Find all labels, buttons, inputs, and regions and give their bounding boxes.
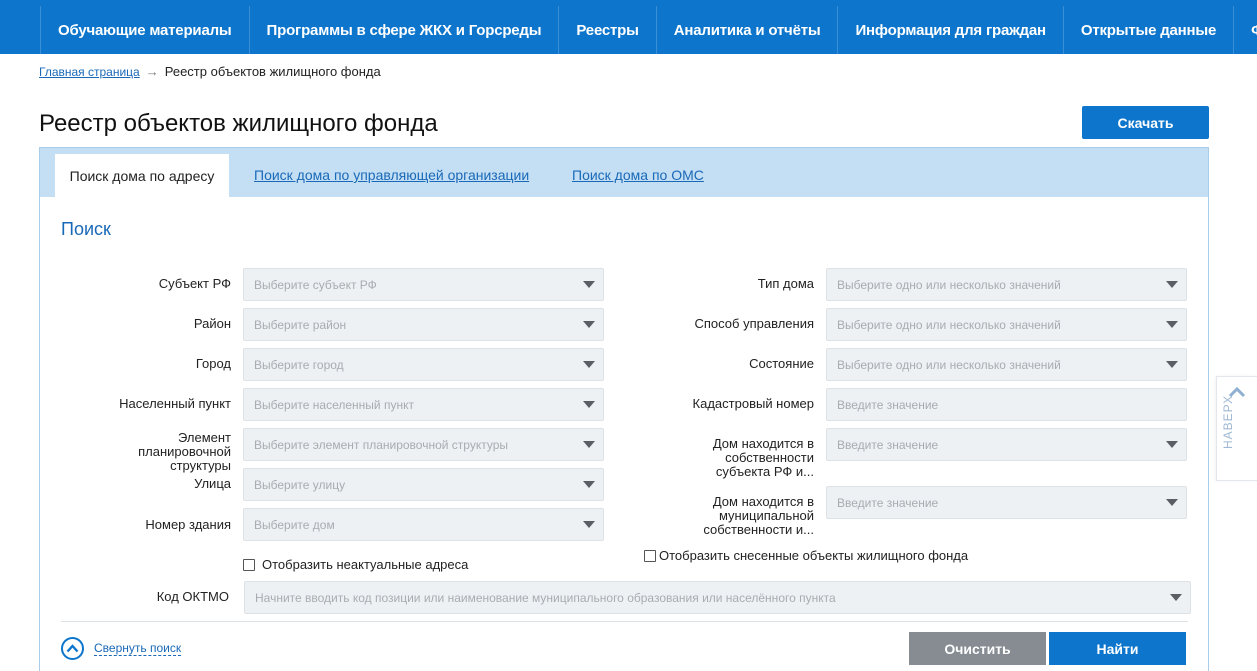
chevron-down-icon xyxy=(583,481,595,488)
chevron-down-icon xyxy=(1166,321,1178,328)
inactual-addresses-checkbox[interactable]: Отобразить неактуальные адреса xyxy=(243,557,468,572)
chevron-down-icon xyxy=(1166,361,1178,368)
oktmo-placeholder: Начните вводить код позиции или наименов… xyxy=(255,590,836,605)
back-to-top-label: НАВЕРХ xyxy=(1221,394,1235,449)
cadastral-number-placeholder: Введите значение xyxy=(837,397,939,412)
label-oktmo: Код ОКТМО xyxy=(156,589,229,604)
building-select-placeholder: Выберите дом xyxy=(254,517,335,532)
inactual-addresses-label: Отобразить неактуальные адреса xyxy=(262,557,469,572)
chevron-down-icon xyxy=(583,521,595,528)
settlement-select-placeholder: Выберите населенный пункт xyxy=(254,397,414,412)
municipal-ownership-placeholder: Введите значение xyxy=(837,495,939,510)
label-subject: Субъект РФ xyxy=(158,276,231,291)
chevron-down-icon xyxy=(583,401,595,408)
nav-item-open-data[interactable]: Открытые данные xyxy=(1062,6,1233,54)
breadcrumb-home-link[interactable]: Главная страница xyxy=(39,65,140,79)
clear-button[interactable]: Очистить xyxy=(909,632,1046,665)
breadcrumb-current: Реестр объектов жилищного фонда xyxy=(164,64,381,79)
find-button[interactable]: Найти xyxy=(1049,632,1186,665)
nav-item-training[interactable]: Обучающие материалы xyxy=(40,6,249,54)
street-select[interactable]: Выберите улицу xyxy=(243,468,604,501)
divider xyxy=(61,621,1188,622)
label-district: Район xyxy=(193,316,231,331)
nav-item-registries[interactable]: Реестры xyxy=(558,6,655,54)
district-select[interactable]: Выберите район xyxy=(243,308,604,341)
chevron-down-icon xyxy=(583,321,595,328)
label-city: Город xyxy=(195,356,231,371)
back-to-top-button[interactable]: НАВЕРХ xyxy=(1216,376,1257,481)
city-select-placeholder: Выберите город xyxy=(254,357,344,372)
subject-ownership-select[interactable]: Введите значение xyxy=(826,428,1187,461)
cadastral-number-input[interactable]: Введите значение xyxy=(826,388,1187,421)
municipal-ownership-select[interactable]: Введите значение xyxy=(826,486,1187,519)
checkbox-box[interactable] xyxy=(644,549,656,562)
chevron-down-icon xyxy=(1170,594,1182,601)
page-title: Реестр объектов жилищного фонда xyxy=(39,110,438,137)
state-select[interactable]: Выберите одно или несколько значений xyxy=(826,348,1187,381)
search-title: Поиск xyxy=(61,219,111,239)
planning-element-select[interactable]: Выберите элемент планировочной структуры xyxy=(243,428,604,461)
nav-item-forum[interactable]: Форум xyxy=(1233,6,1257,54)
chevron-down-icon xyxy=(583,281,595,288)
chevron-down-icon xyxy=(1166,281,1178,288)
management-method-select-placeholder: Выберите одно или несколько значений xyxy=(837,317,1061,332)
breadcrumb: Главная страница → Реестр объектов жилищ… xyxy=(39,64,381,79)
subject-select[interactable]: Выберите субъект РФ xyxy=(243,268,604,301)
page: Обучающие материалы Программы в сфере ЖК… xyxy=(0,0,1257,671)
demolished-objects-label: Отобразить снесенные объекты жилищного ф… xyxy=(659,548,969,563)
oktmo-select[interactable]: Начните вводить код позиции или наименов… xyxy=(244,581,1191,614)
district-select-placeholder: Выберите район xyxy=(254,317,347,332)
city-select[interactable]: Выберите город xyxy=(243,348,604,381)
tab-oms-search[interactable]: Поиск дома по ОМС xyxy=(572,167,704,183)
chevron-down-icon xyxy=(1166,499,1178,506)
label-municipal-ownership: Дом находится в муниципальной собственно… xyxy=(703,494,814,537)
building-select[interactable]: Выберите дом xyxy=(243,508,604,541)
label-settlement: Населенный пункт xyxy=(119,396,231,411)
checkbox-box[interactable] xyxy=(243,558,255,571)
nav-items: Обучающие материалы Программы в сфере ЖК… xyxy=(40,6,1257,54)
label-cadastral-number: Кадастровый номер xyxy=(692,396,814,411)
house-type-select-placeholder: Выберите одно или несколько значений xyxy=(837,277,1061,292)
tab-address-search[interactable]: Поиск дома по адресу xyxy=(55,154,229,198)
subject-select-placeholder: Выберите субъект РФ xyxy=(254,277,377,292)
collapse-search-label: Свернуть поиск xyxy=(94,641,182,656)
street-select-placeholder: Выберите улицу xyxy=(254,477,346,492)
download-button[interactable]: Скачать xyxy=(1082,106,1209,139)
breadcrumb-arrow: → xyxy=(145,64,159,79)
label-street: Улица xyxy=(194,476,231,491)
nav-item-citizens[interactable]: Информация для граждан xyxy=(837,6,1062,54)
house-type-select[interactable]: Выберите одно или несколько значений xyxy=(826,268,1187,301)
label-planning-element: Элемент планировочной структуры xyxy=(138,430,231,473)
top-navigation: Обучающие материалы Программы в сфере ЖК… xyxy=(0,0,1257,54)
management-method-select[interactable]: Выберите одно или несколько значений xyxy=(826,308,1187,341)
label-management-method: Способ управления xyxy=(694,316,815,331)
subject-ownership-placeholder: Введите значение xyxy=(837,437,939,452)
chevron-up-circle-icon xyxy=(61,637,84,660)
collapse-search-link[interactable]: Свернуть поиск xyxy=(61,637,182,660)
chevron-down-icon xyxy=(1166,441,1178,448)
nav-item-analytics[interactable]: Аналитика и отчёты xyxy=(655,6,838,54)
planning-element-select-placeholder: Выберите элемент планировочной структуры xyxy=(254,437,509,452)
label-house-type: Тип дома xyxy=(757,276,814,291)
chevron-down-icon xyxy=(583,361,595,368)
settlement-select[interactable]: Выберите населенный пункт xyxy=(243,388,604,421)
label-building: Номер здания xyxy=(145,517,231,532)
tab-management-org-search[interactable]: Поиск дома по управляющей организации xyxy=(254,167,529,183)
nav-item-programs[interactable]: Программы в сфере ЖКХ и Горсреды xyxy=(248,6,559,54)
label-state: Состояние xyxy=(749,356,814,371)
label-subject-ownership: Дом находится в собственности субъекта Р… xyxy=(712,436,814,479)
demolished-objects-checkbox[interactable]: Отобразить снесенные объекты жилищного ф… xyxy=(644,548,968,563)
chevron-down-icon xyxy=(583,441,595,448)
state-select-placeholder: Выберите одно или несколько значений xyxy=(837,357,1061,372)
